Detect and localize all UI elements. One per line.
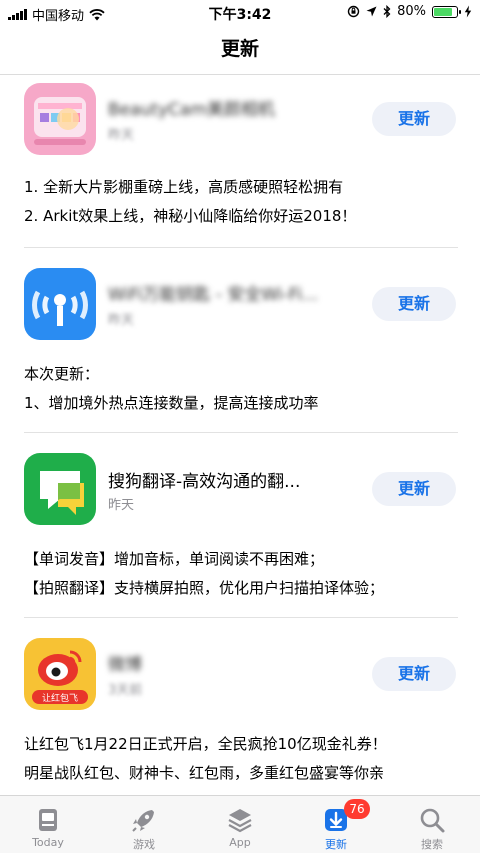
tab-today[interactable]: Today: [0, 796, 96, 853]
location-icon: [366, 6, 377, 17]
release-note-line: 1、增加境外热点连接数量，提高连接成功率: [24, 394, 319, 412]
update-date: 昨天: [108, 128, 135, 143]
tab-label: App: [229, 836, 251, 849]
release-notes: 1. 全新大片影棚重磅上线，高质感硬照轻松拥有 2. Arkit效果上线，神秘小…: [24, 173, 464, 231]
status-bar: 中国移动 下午3:42 80%: [0, 0, 480, 26]
release-note-line: 【拍照翻译】支持横屏拍照，优化用户扫描拍译体验；: [24, 579, 385, 597]
tab-apps[interactable]: App: [192, 796, 288, 853]
tab-label: 更新: [325, 838, 347, 851]
page-title: 更新: [220, 38, 259, 60]
release-note-line: 1. 全新大片影棚重磅上线，高质感硬照轻松拥有: [24, 178, 344, 196]
app-stack-icon: [228, 809, 252, 833]
release-note-line: 本次更新：: [24, 365, 100, 383]
tab-label: Today: [32, 836, 64, 849]
app-name[interactable]: 搜狗翻译-高效沟通的翻...: [108, 467, 360, 492]
update-button[interactable]: 更新: [372, 102, 456, 136]
app-name[interactable]: BeautyCam美颜相机: [108, 95, 360, 120]
tab-label: 游戏: [133, 838, 155, 851]
bluetooth-icon: [383, 5, 391, 18]
update-button[interactable]: 更新: [372, 472, 456, 506]
app-name[interactable]: 微博: [108, 650, 360, 675]
updates-badge: 76: [344, 799, 370, 819]
item-divider: [24, 247, 458, 248]
item-divider: [24, 432, 458, 433]
release-notes: 让红包飞1月22日正式开启，全民疯抢10亿现金礼券！ 明星战队红包、财神卡、红包…: [24, 730, 464, 788]
rotation-lock-icon: [347, 5, 360, 18]
wifi-key-app-icon[interactable]: [24, 268, 96, 340]
release-note-line: 【单词发音】增加音标，单词阅读不再困难；: [24, 550, 325, 568]
today-icon: [39, 809, 57, 831]
update-date: 昨天: [108, 313, 135, 328]
tab-updates[interactable]: 76 更新: [288, 796, 384, 853]
update-button[interactable]: 更新: [372, 657, 456, 691]
update-button[interactable]: 更新: [372, 287, 456, 321]
status-right: 80%: [347, 4, 472, 19]
release-note-line: 让红包飞1月22日正式开启，全民疯抢10亿现金礼券！: [24, 735, 387, 753]
weibo-app-icon[interactable]: 让红包飞: [24, 638, 96, 710]
item-divider: [24, 617, 458, 618]
battery-percent: 80%: [397, 4, 426, 19]
weibo-icon-text: 让红包飞: [42, 692, 78, 704]
release-notes: 【单词发音】增加音标，单词阅读不再困难； 【拍照翻译】支持横屏拍照，优化用户扫描…: [24, 545, 464, 603]
app-name[interactable]: WiFi万能钥匙 - 安全Wi-Fi...: [108, 280, 360, 305]
update-date: 3天前: [108, 683, 143, 698]
release-notes: 本次更新： 1、增加境外热点连接数量，提高连接成功率: [24, 360, 464, 418]
release-note-line: 明星战队红包、财神卡、红包雨，多重红包盛宴等你亲: [24, 764, 385, 782]
update-list[interactable]: BeautyCam美颜相机 昨天 更新 1. 全新大片影棚重磅上线，高质感硬照轻…: [0, 75, 480, 795]
beautycam-app-icon[interactable]: [24, 83, 96, 155]
battery-icon: [432, 5, 461, 18]
tab-label: 搜索: [421, 838, 443, 851]
charging-icon: [464, 5, 472, 18]
update-date: 昨天: [108, 498, 135, 513]
search-icon: [420, 808, 445, 833]
tab-games[interactable]: 游戏: [96, 796, 192, 853]
sogou-translate-app-icon[interactable]: [24, 453, 96, 525]
rocket-icon: [132, 810, 154, 832]
release-note-line: 2. Arkit效果上线，神秘小仙降临给你好运2018！: [24, 207, 357, 225]
tab-search[interactable]: 搜索: [384, 796, 480, 853]
tab-bar: Today 游戏 App 76 更新 搜索: [0, 795, 480, 853]
